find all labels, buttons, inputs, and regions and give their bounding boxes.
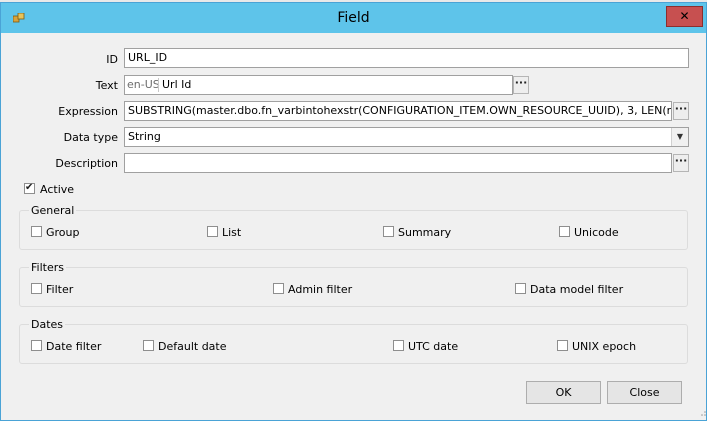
- admin-filter-label: Admin filter: [288, 283, 353, 296]
- unicode-checkbox[interactable]: [559, 226, 570, 237]
- expression-input[interactable]: SUBSTRING(master.dbo.fn_varbintohexstr(C…: [124, 101, 672, 121]
- field-dialog: Field ✕ ID URL_ID Text en-US Url Id ··· …: [0, 2, 707, 421]
- unix-epoch-label: UNIX epoch: [572, 340, 637, 353]
- date-filter-checkbox[interactable]: [31, 340, 42, 351]
- admin-filter-checkbox[interactable]: [273, 283, 284, 294]
- unix-epoch-checkbox[interactable]: [557, 340, 568, 351]
- group-label: Group: [46, 226, 80, 239]
- close-icon: ✕: [679, 9, 690, 23]
- active-checkbox[interactable]: ✔: [24, 182, 35, 194]
- list-label: List: [222, 226, 242, 239]
- data-model-filter-checkbox[interactable]: [515, 283, 526, 294]
- description-ellipsis-button[interactable]: ···: [673, 154, 689, 172]
- expression-ellipsis-button[interactable]: ···: [673, 102, 689, 120]
- text-input[interactable]: en-US Url Id: [124, 75, 513, 95]
- general-group-title: General: [29, 204, 77, 217]
- data-type-label: Data type: [63, 131, 118, 144]
- summary-label: Summary: [398, 226, 452, 239]
- ok-button[interactable]: OK: [526, 381, 601, 404]
- filter-label: Filter: [46, 283, 74, 296]
- dates-group-title: Dates: [29, 318, 66, 331]
- expression-label: Expression: [58, 105, 118, 118]
- description-label: Description: [55, 157, 118, 170]
- id-label: ID: [106, 53, 118, 66]
- language-tag: en-US: [127, 78, 160, 91]
- chevron-down-icon[interactable]: ▼: [671, 128, 688, 146]
- close-button[interactable]: Close: [607, 381, 682, 404]
- close-window-button[interactable]: ✕: [666, 6, 703, 27]
- check-icon: ✔: [25, 182, 34, 193]
- text-value: Url Id: [162, 78, 192, 91]
- data-type-value: String: [128, 130, 161, 143]
- resize-grip-icon[interactable]: [700, 410, 706, 416]
- unicode-label: Unicode: [574, 226, 619, 239]
- dialog-body: ID URL_ID Text en-US Url Id ··· Expressi…: [9, 33, 698, 413]
- language-separator: [158, 78, 159, 92]
- data-type-select[interactable]: String ▼: [124, 127, 689, 147]
- filter-checkbox[interactable]: [31, 283, 42, 294]
- summary-checkbox[interactable]: [383, 226, 394, 237]
- group-checkbox[interactable]: [31, 226, 42, 237]
- data-model-filter-label: Data model filter: [530, 283, 624, 296]
- list-checkbox[interactable]: [207, 226, 218, 237]
- window-title: Field: [337, 10, 370, 26]
- description-input[interactable]: [124, 153, 672, 173]
- utc-date-checkbox[interactable]: [393, 340, 404, 351]
- id-input[interactable]: URL_ID: [124, 48, 689, 68]
- default-date-label: Default date: [158, 340, 227, 353]
- utc-date-label: UTC date: [408, 340, 459, 353]
- text-ellipsis-button[interactable]: ···: [513, 76, 529, 94]
- text-label: Text: [95, 79, 118, 92]
- title-bar[interactable]: Field ✕: [1, 3, 706, 33]
- filters-group-title: Filters: [29, 261, 66, 274]
- date-filter-label: Date filter: [46, 340, 102, 353]
- active-label: Active: [40, 183, 75, 196]
- default-date-checkbox[interactable]: [143, 340, 154, 351]
